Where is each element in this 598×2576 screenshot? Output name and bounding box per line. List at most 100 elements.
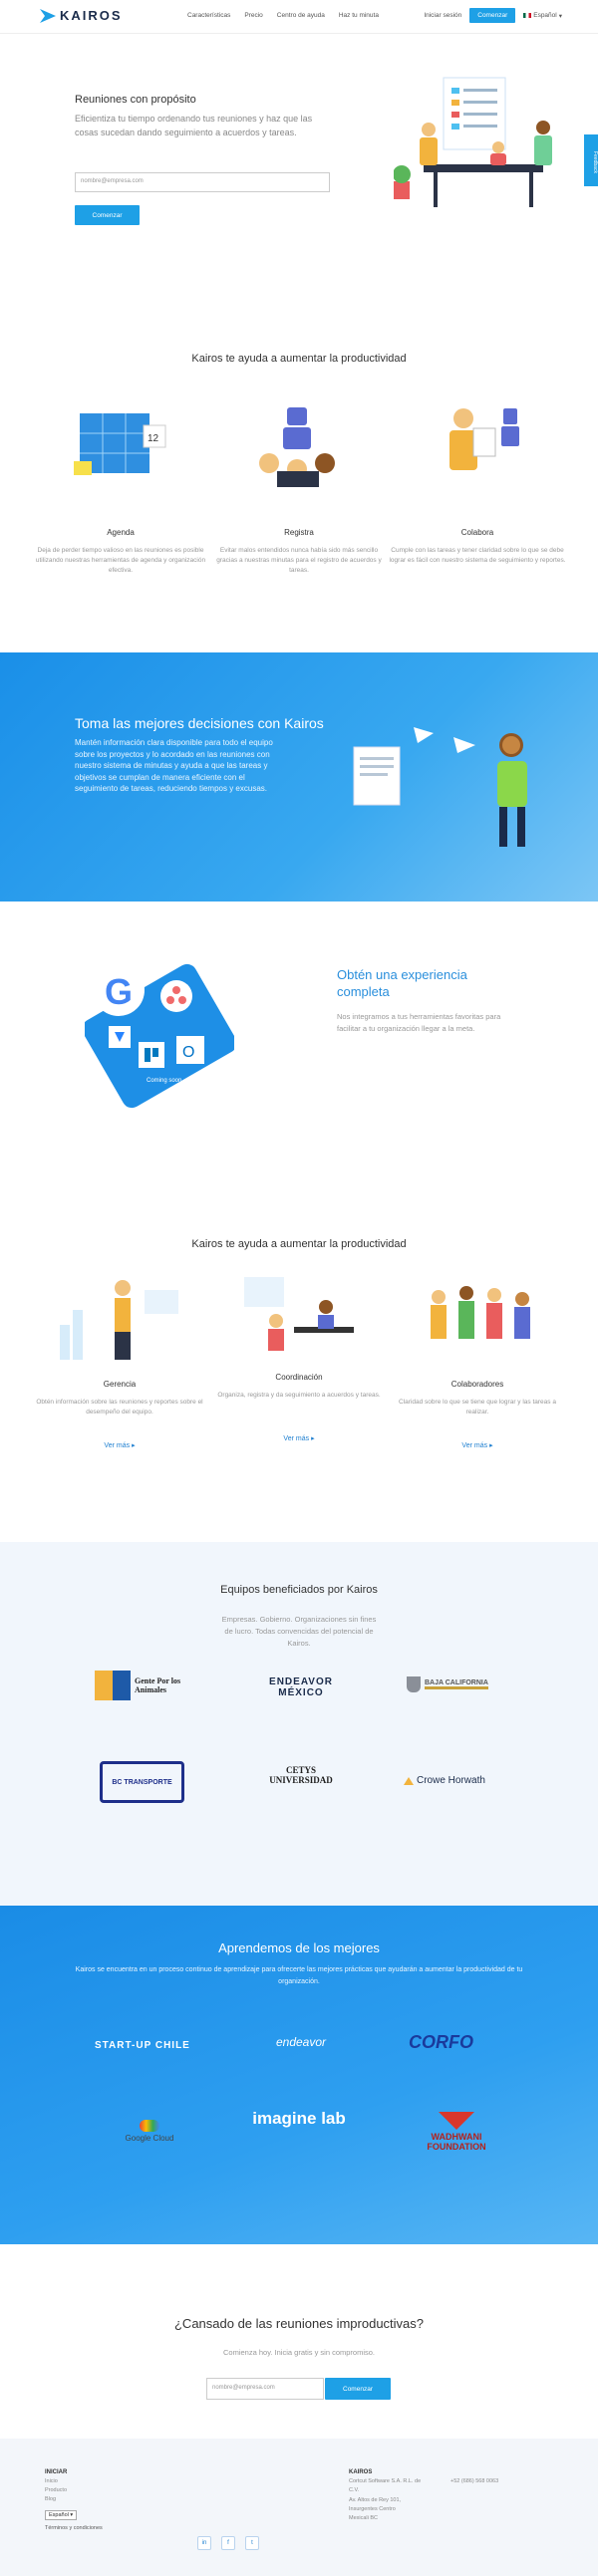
chevron-right-icon: ▸ bbox=[132, 1442, 136, 1449]
more-label: Ver más bbox=[104, 1442, 131, 1449]
logo-text: Gente Por los Animales bbox=[135, 1676, 181, 1694]
decisions-title: Toma las mejores decisiones con Kairos bbox=[75, 715, 324, 731]
svg-text:O: O bbox=[182, 1044, 194, 1061]
footer-address1: Av. Altos de Rey 101, bbox=[349, 2497, 402, 2503]
footer-link-producto[interactable]: Producto bbox=[45, 2486, 67, 2495]
animals-emblem-icon bbox=[95, 1671, 131, 1700]
decisions-illustration bbox=[353, 727, 527, 847]
chevron-right-icon: ▸ bbox=[489, 1442, 493, 1449]
col-coordinacion-text: Organiza, registra y da seguimiento a ac… bbox=[217, 1392, 381, 1399]
logo-crowe-horwath: Crowe Horwath bbox=[404, 1775, 513, 1786]
gerencia-more-link[interactable]: Ver más ▸ bbox=[30, 1441, 209, 1449]
coming-soon-badge: Coming soon bbox=[147, 1078, 181, 1084]
wings-icon bbox=[439, 2112, 474, 2130]
logo-wadhwani: WADHWANI FOUNDATION bbox=[407, 2112, 506, 2152]
svg-text:12: 12 bbox=[148, 433, 159, 444]
footer-phone: +52 (686) 568 0063 bbox=[450, 2478, 499, 2484]
col-registra-text: Evitar malos entendidos nunca había sido… bbox=[216, 547, 382, 574]
kairos-logo-icon bbox=[40, 8, 56, 23]
coordinacion-illustration bbox=[244, 1277, 354, 1351]
language-label: Español bbox=[533, 12, 557, 19]
linkedin-icon[interactable]: in bbox=[197, 2536, 211, 2550]
logo-startup-chile: START-UP CHILE bbox=[95, 2040, 190, 2051]
hero-subtitle: Eficientiza tu tiempo ordenando tus reun… bbox=[75, 114, 313, 137]
logo-baja-california: BAJA CALIFORNIA bbox=[407, 1676, 506, 1692]
logo-gente-por-los-animales: Gente Por los Animales bbox=[95, 1669, 199, 1702]
nav-link-help[interactable]: Centro de ayuda bbox=[277, 12, 325, 19]
col-registra-title: Registra bbox=[284, 528, 314, 537]
complete-title: Obtén una experiencia completa bbox=[337, 967, 467, 999]
chevron-down-icon: ▾ bbox=[558, 12, 562, 20]
nav-link-features[interactable]: Características bbox=[187, 12, 230, 19]
logo-endeavor-mexico: ENDEAVOR MÉXICO bbox=[269, 1676, 333, 1698]
brand-name: KAIROS bbox=[60, 8, 123, 23]
footer-col2-head: KAIROS bbox=[349, 2469, 373, 2475]
logo-text: BAJA CALIFORNIA bbox=[425, 1679, 488, 1689]
productivity-title: Kairos te ayuda a aumentar la productivi… bbox=[191, 353, 407, 365]
logo-endeavor: endeavor bbox=[275, 2035, 327, 2049]
language-label: Español bbox=[49, 2512, 69, 2518]
nav-start-button[interactable]: Comenzar bbox=[469, 8, 516, 23]
logo-text: WADHWANI FOUNDATION bbox=[427, 2132, 486, 2152]
footer-language-select[interactable]: Español ▾ bbox=[45, 2510, 78, 2520]
cta-subtitle: Comienza hoy. Inicia gratis y sin compro… bbox=[223, 2348, 375, 2357]
chevron-right-icon: ▸ bbox=[311, 1435, 315, 1442]
hero-title: Reuniones con propósito bbox=[75, 94, 196, 106]
colaboradores-more-link[interactable]: Ver más ▸ bbox=[388, 1441, 567, 1449]
cta-title: ¿Cansado de las reuniones improductivas? bbox=[173, 2316, 425, 2331]
col-colaboradores-text: Claridad sobre lo que se tiene que logra… bbox=[399, 1399, 556, 1416]
footer-link-inicio[interactable]: Inicio bbox=[45, 2477, 58, 2486]
login-link[interactable]: Iniciar sesión bbox=[424, 12, 461, 19]
teams-section bbox=[0, 1542, 598, 1906]
svg-text:G: G bbox=[105, 971, 133, 1012]
decisions-text: Mantén información clara disponible para… bbox=[75, 738, 273, 793]
logo-bc-transporte: BC TRANSPORTE bbox=[100, 1761, 184, 1803]
col-colabora-text: Cumple con las tareas y tener claridad s… bbox=[389, 547, 566, 564]
feedback-tab[interactable]: Feedback bbox=[584, 134, 598, 186]
footer-address2: Insurgentes Centro bbox=[349, 2506, 396, 2512]
col-colabora-title: Colabora bbox=[460, 528, 494, 537]
logo-corfo: CORFO bbox=[409, 2032, 473, 2052]
colaboradores-illustration bbox=[431, 1286, 530, 1339]
shield-icon bbox=[407, 1676, 421, 1692]
learn-band bbox=[0, 1906, 598, 2244]
footer-link-blog[interactable]: Blog bbox=[45, 2495, 56, 2504]
footer-col1-head: INICIAR bbox=[45, 2469, 68, 2475]
twitter-icon[interactable]: t bbox=[245, 2536, 259, 2550]
more-label: Ver más bbox=[461, 1442, 488, 1449]
logo-cetys: CETYS UNIVERSIDAD bbox=[269, 1765, 333, 1785]
hero-start-button[interactable]: Comenzar bbox=[75, 205, 140, 225]
page: KAIROS Características Precio Centro de … bbox=[0, 0, 598, 2576]
footer bbox=[0, 2439, 598, 2576]
nav-link-minuta[interactable]: Haz tu minuta bbox=[339, 12, 379, 19]
productivity2-title: Kairos te ayuda a aumentar la productivi… bbox=[191, 1238, 407, 1250]
col-coordinacion-title: Coordinación bbox=[275, 1373, 323, 1382]
meeting-illustration bbox=[394, 77, 552, 207]
teams-subtitle: Empresas. Gobierno. Organizaciones sin f… bbox=[221, 1615, 377, 1648]
facebook-icon[interactable]: f bbox=[221, 2536, 235, 2550]
learn-text: Kairos se encuentra en un proceso contin… bbox=[75, 1966, 523, 1985]
complete-text: Nos integramos a tus herramientas favori… bbox=[337, 1012, 501, 1033]
learn-title: Aprendemos de los mejores bbox=[218, 1940, 380, 1955]
chevron-down-icon: ▾ bbox=[70, 2512, 74, 2518]
cta-email-input[interactable]: nombre@empresa.com bbox=[206, 2378, 324, 2400]
logo-text: Google Cloud bbox=[125, 2134, 174, 2143]
logo-google-cloud: Google Cloud bbox=[110, 2120, 189, 2143]
nav-links: Características Precio Centro de ayuda H… bbox=[187, 12, 379, 19]
col-gerencia-title: Gerencia bbox=[103, 1380, 137, 1389]
integrations-illustration: G O Coming soon bbox=[85, 963, 234, 1109]
footer-terms-link[interactable]: Términos y condiciones bbox=[45, 2524, 103, 2533]
brand-logo[interactable]: KAIROS bbox=[40, 8, 123, 23]
more-label: Ver más bbox=[283, 1435, 310, 1442]
footer-company: Cortcut Software S.A. R.L. de C.V. bbox=[349, 2478, 422, 2493]
col-agenda-text: Deja de perder tiempo valioso en las reu… bbox=[35, 547, 206, 574]
logo-text: Crowe Horwath bbox=[417, 1775, 485, 1786]
hero-email-input[interactable]: nombre@empresa.com bbox=[75, 172, 330, 192]
language-selector[interactable]: Español ▾ bbox=[523, 12, 562, 20]
coordinacion-more-link[interactable]: Ver más ▸ bbox=[209, 1434, 389, 1442]
nav-link-pricing[interactable]: Precio bbox=[244, 12, 262, 19]
logo-imagine-lab: imagine lab bbox=[252, 2109, 346, 2128]
cta-start-button[interactable]: Comenzar bbox=[325, 2378, 391, 2400]
flag-icon bbox=[523, 13, 532, 18]
nav-actions: Iniciar sesión Comenzar Español ▾ bbox=[424, 8, 562, 23]
